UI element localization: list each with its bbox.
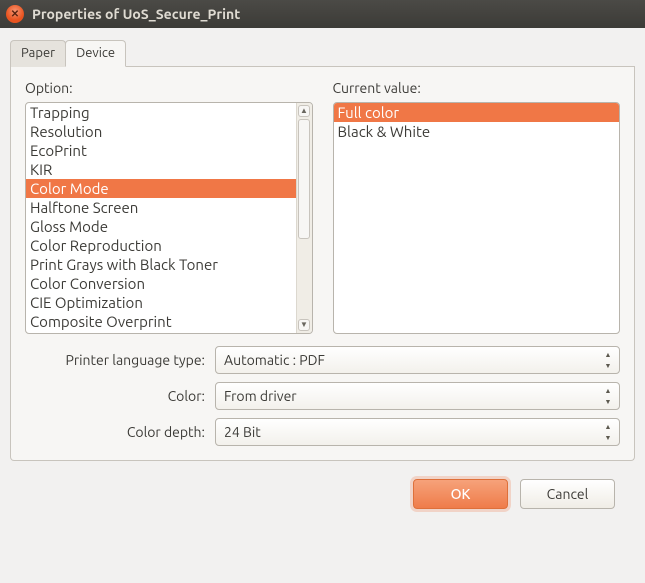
list-item[interactable]: Halftone Screen: [26, 198, 296, 217]
chevron-down-icon: ▼: [601, 397, 615, 406]
label-color-depth: Color depth:: [25, 424, 205, 440]
list-item[interactable]: Color Mode: [26, 179, 296, 198]
scroll-up-icon[interactable]: ▲: [298, 105, 310, 117]
chevron-down-icon: ▼: [601, 433, 615, 442]
close-icon: ✕: [11, 8, 19, 20]
label-printer-language: Printer language type:: [25, 352, 205, 368]
tab-bar: Paper Device: [10, 39, 635, 67]
list-item[interactable]: EcoPrint: [26, 141, 296, 160]
combo-printer-language-value: Automatic : PDF: [224, 352, 601, 368]
chevron-up-icon: ▲: [601, 350, 615, 359]
title-bar: ✕ Properties of UoS_Secure_Print: [0, 0, 645, 28]
list-item[interactable]: CIE Optimization: [26, 293, 296, 312]
ok-button[interactable]: OK: [413, 479, 508, 509]
close-button[interactable]: ✕: [6, 5, 24, 23]
chevron-up-icon: ▲: [601, 422, 615, 431]
current-value-column: Current value: Full colorBlack & White: [333, 80, 621, 334]
option-list-inner: TrappingResolutionEcoPrintKIRColor ModeH…: [26, 103, 296, 333]
list-item[interactable]: Print Grays with Black Toner: [26, 255, 296, 274]
spinner-icon[interactable]: ▲ ▼: [601, 386, 615, 406]
current-value-label: Current value:: [333, 80, 621, 96]
list-item[interactable]: Black & White: [334, 122, 620, 141]
scroll-track[interactable]: [298, 119, 310, 317]
tab-device[interactable]: Device: [65, 40, 126, 67]
lists-row: Option: TrappingResolutionEcoPrintKIRCol…: [25, 80, 620, 334]
list-item[interactable]: Color Conversion: [26, 274, 296, 293]
chevron-up-icon: ▲: [601, 386, 615, 395]
spinner-icon[interactable]: ▲ ▼: [601, 350, 615, 370]
window-body: Paper Device Option: TrappingResolutionE…: [0, 28, 645, 519]
chevron-down-icon: ▼: [601, 361, 615, 370]
option-scrollbar[interactable]: ▲ ▼: [296, 103, 312, 333]
combo-printer-language[interactable]: Automatic : PDF ▲ ▼: [215, 346, 620, 374]
row-printer-language: Printer language type: Automatic : PDF ▲…: [25, 346, 620, 374]
list-item[interactable]: Full color: [334, 103, 620, 122]
tab-content-device: Option: TrappingResolutionEcoPrintKIRCol…: [10, 66, 635, 461]
list-item[interactable]: Color Reproduction: [26, 236, 296, 255]
option-listbox[interactable]: TrappingResolutionEcoPrintKIRColor ModeH…: [25, 102, 313, 334]
dialog-buttons: OK Cancel: [10, 461, 635, 509]
combo-color-value: From driver: [224, 388, 601, 404]
list-item[interactable]: Trapping: [26, 103, 296, 122]
tab-paper[interactable]: Paper: [10, 40, 66, 67]
current-value-list-inner: Full colorBlack & White: [334, 103, 620, 333]
window-title: Properties of UoS_Secure_Print: [32, 6, 240, 22]
option-column: Option: TrappingResolutionEcoPrintKIRCol…: [25, 80, 313, 334]
combo-color-depth-value: 24 Bit: [224, 424, 601, 440]
cancel-button[interactable]: Cancel: [520, 479, 615, 509]
combo-color-depth[interactable]: 24 Bit ▲ ▼: [215, 418, 620, 446]
row-color: Color: From driver ▲ ▼: [25, 382, 620, 410]
combo-color[interactable]: From driver ▲ ▼: [215, 382, 620, 410]
list-item[interactable]: Composite Overprint: [26, 312, 296, 331]
row-color-depth: Color depth: 24 Bit ▲ ▼: [25, 418, 620, 446]
list-item[interactable]: Resolution: [26, 122, 296, 141]
label-color: Color:: [25, 388, 205, 404]
scroll-down-icon[interactable]: ▼: [298, 319, 310, 331]
list-item[interactable]: Gloss Mode: [26, 217, 296, 236]
form-rows: Printer language type: Automatic : PDF ▲…: [25, 346, 620, 446]
list-item[interactable]: KIR: [26, 160, 296, 179]
current-value-listbox[interactable]: Full colorBlack & White: [333, 102, 621, 334]
spinner-icon[interactable]: ▲ ▼: [601, 422, 615, 442]
option-label: Option:: [25, 80, 313, 96]
scroll-thumb[interactable]: [298, 119, 310, 239]
